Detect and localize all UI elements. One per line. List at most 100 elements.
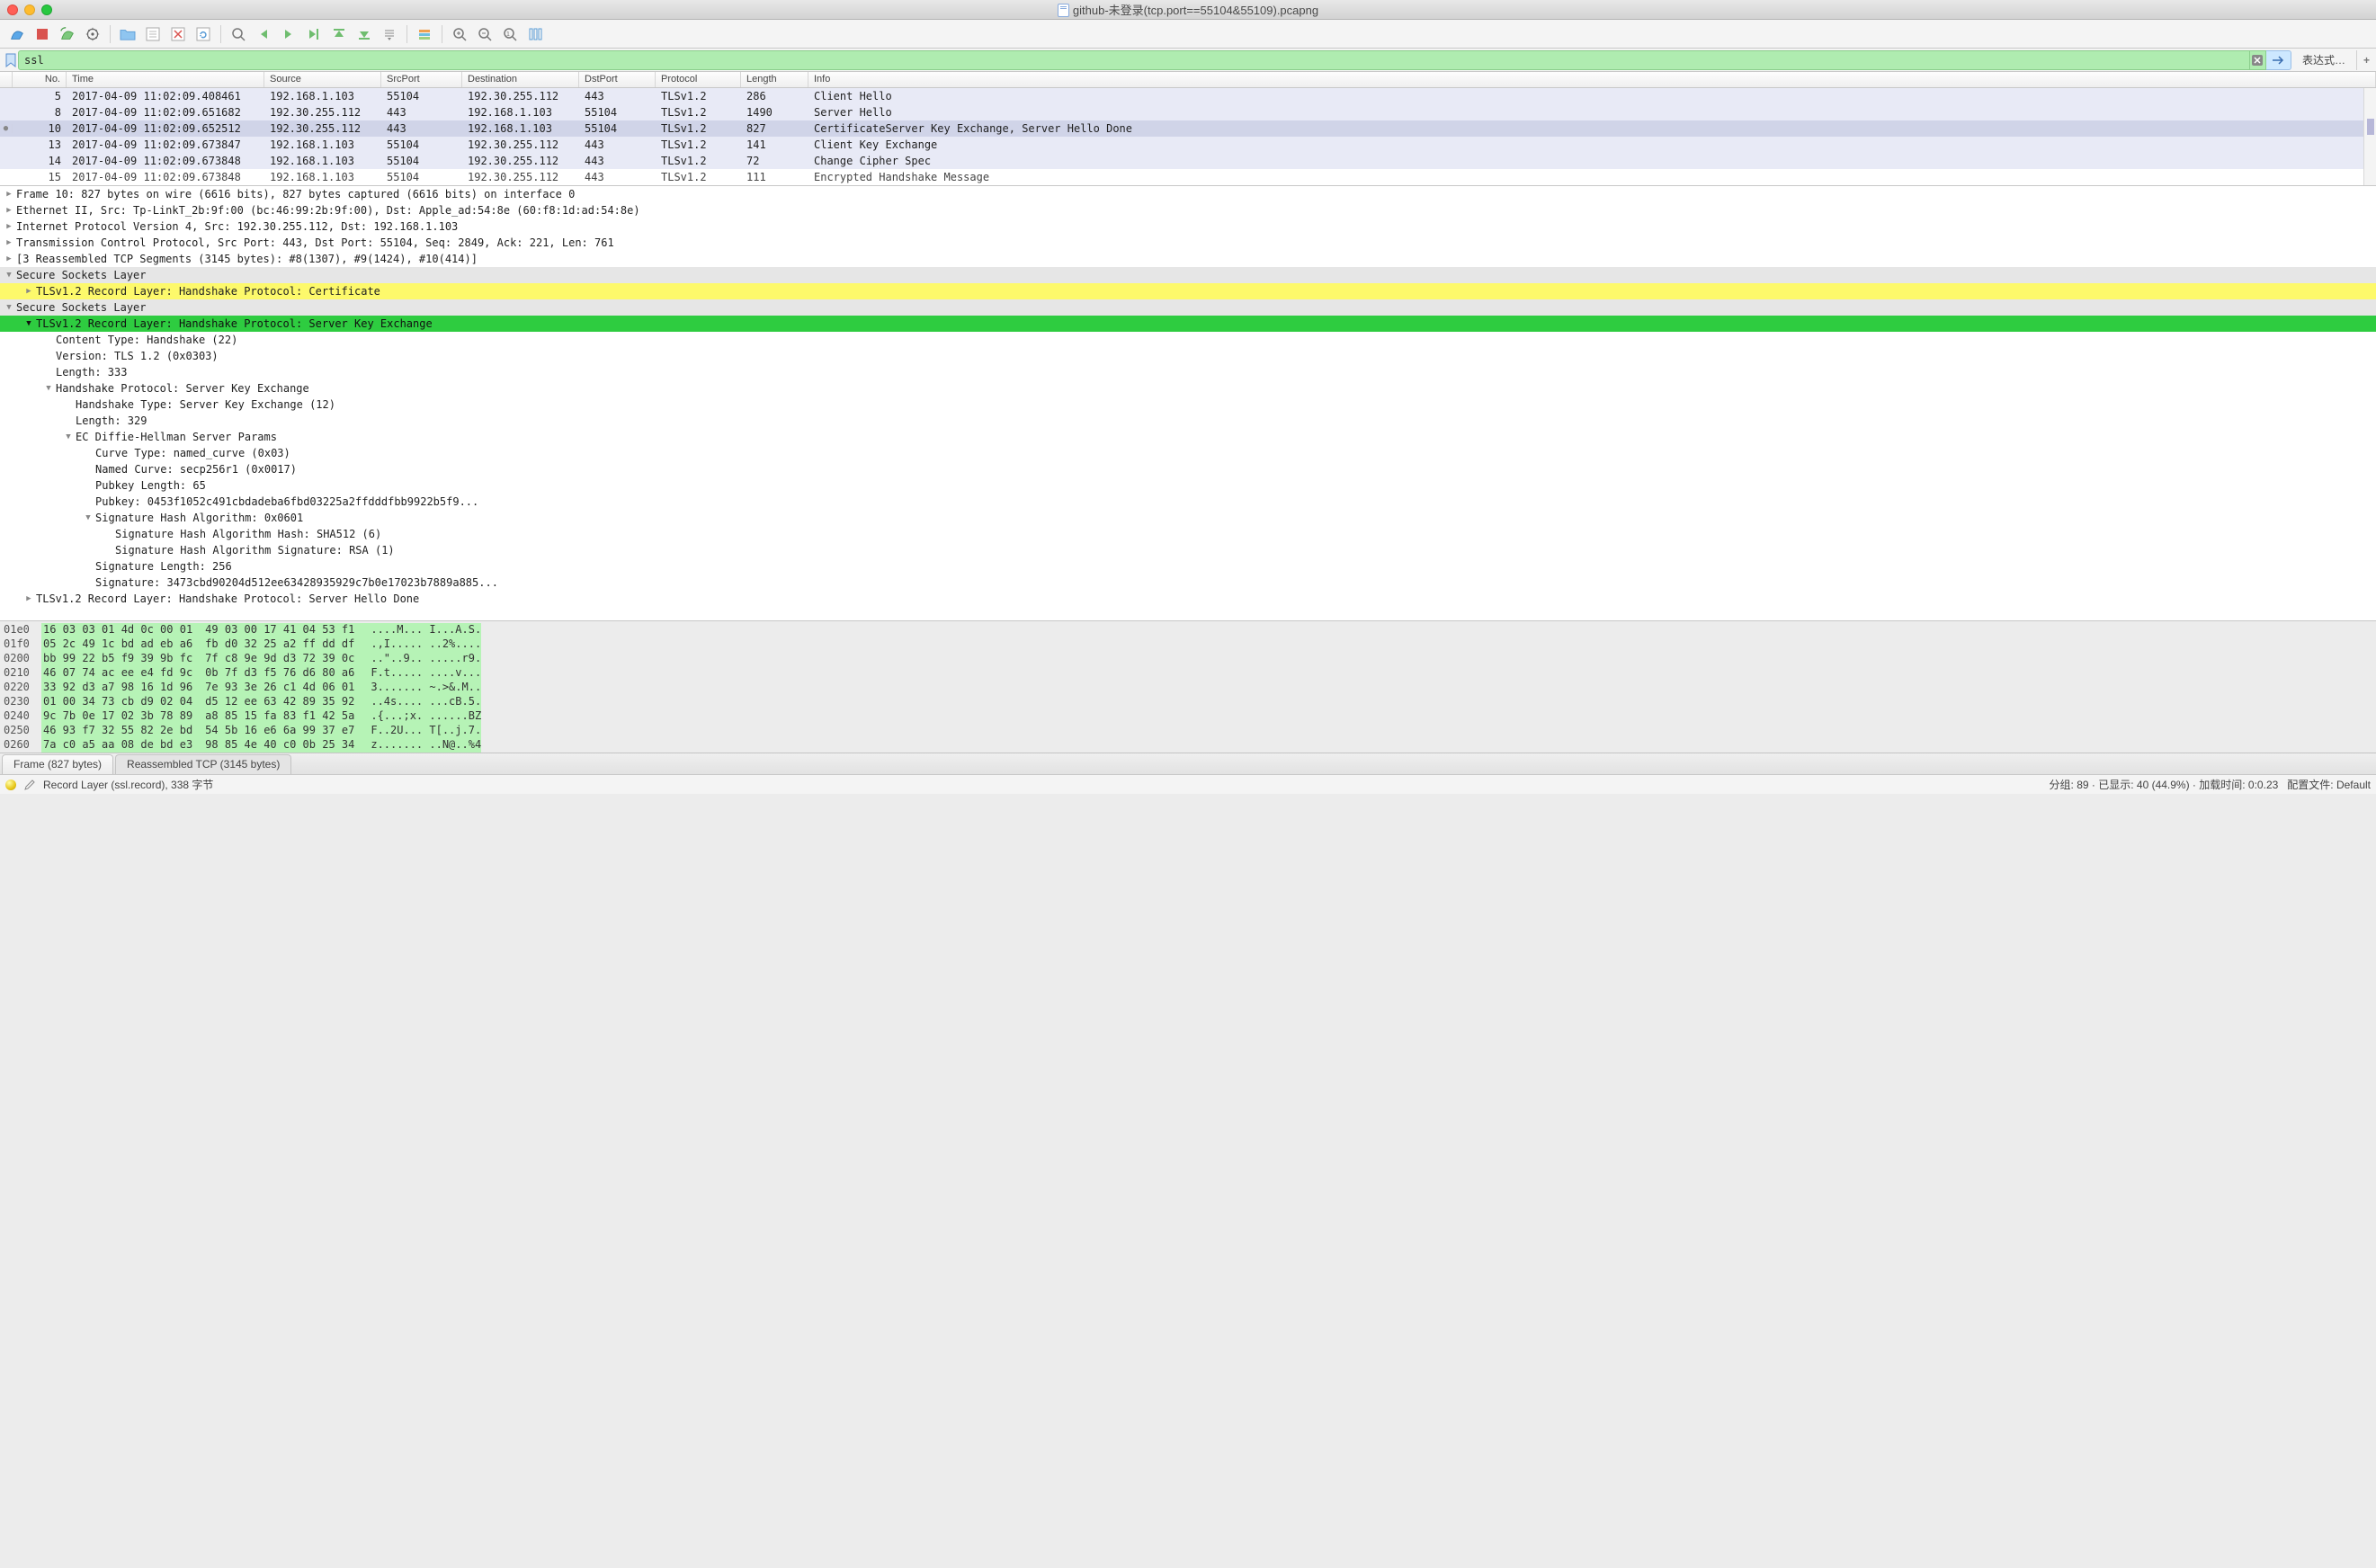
minimize-window-button[interactable] [24,4,35,15]
close-window-button[interactable] [7,4,18,15]
packet-list-scrollbar[interactable] [2363,88,2376,185]
hex-row[interactable]: 025046 93 f7 32 55 82 2e bd54 5b 16 e6 6… [4,724,2372,738]
detail-tree-row[interactable]: Pubkey: 0453f1052c491cbdadeba6fbd03225a2… [0,494,2376,510]
hex-row[interactable]: 023001 00 34 73 cb d9 02 04d5 12 ee 63 4… [4,695,2372,709]
hex-row[interactable]: 021046 07 74 ac ee e4 fd 9c0b 7f d3 f5 7… [4,666,2372,681]
detail-tree-row[interactable]: ▶TLSv1.2 Record Layer: Handshake Protoco… [0,283,2376,299]
edit-capture-comment-icon[interactable] [23,779,36,791]
detail-tree-row[interactable]: ▶Transmission Control Protocol, Src Port… [0,235,2376,251]
detail-tree-row[interactable]: Signature Hash Algorithm Hash: SHA512 (6… [0,526,2376,542]
open-file-button[interactable] [116,22,139,46]
go-to-first-button[interactable] [327,22,351,46]
colorize-button[interactable] [413,22,436,46]
stop-capture-button[interactable] [31,22,54,46]
disclosure-triangle-icon[interactable]: ▼ [4,271,14,280]
detail-tree-row[interactable]: ▼Signature Hash Algorithm: 0x0601 [0,510,2376,526]
reload-file-button[interactable] [192,22,215,46]
hex-offset: 0210 [4,666,41,681]
detail-tree-row[interactable]: Pubkey Length: 65 [0,477,2376,494]
hex-bytes: 33 92 d3 a7 98 16 1d 96 [41,681,203,695]
detail-tree-row[interactable]: ▼Handshake Protocol: Server Key Exchange [0,380,2376,396]
go-to-packet-button[interactable] [302,22,326,46]
detail-tree-row[interactable]: Version: TLS 1.2 (0x0303) [0,348,2376,364]
disclosure-triangle-icon[interactable]: ▼ [23,319,34,328]
detail-tree-row[interactable]: ▼Secure Sockets Layer [0,299,2376,316]
detail-tree-row[interactable]: Length: 329 [0,413,2376,429]
detail-tree-row[interactable]: Named Curve: secp256r1 (0x0017) [0,461,2376,477]
hex-ascii: .{...;x. ......BZ [365,709,481,724]
detail-tree-row[interactable]: ▶Internet Protocol Version 4, Src: 192.3… [0,218,2376,235]
disclosure-triangle-icon[interactable]: ▶ [4,206,14,215]
detail-tree-row[interactable]: ▶[3 Reassembled TCP Segments (3145 bytes… [0,251,2376,267]
detail-tree-row[interactable]: Signature: 3473cbd90204d512ee63428935929… [0,575,2376,591]
detail-tree-row[interactable]: ▼TLSv1.2 Record Layer: Handshake Protoco… [0,316,2376,332]
filter-expression-button[interactable]: 表达式… [2291,52,2356,67]
detail-tree-row[interactable]: ▼Secure Sockets Layer [0,267,2376,283]
packet-list-pane[interactable]: No. Time Source SrcPort Destination DstP… [0,72,2376,185]
apply-filter-button[interactable] [2266,50,2291,70]
packet-row[interactable]: 52017-04-09 11:02:09.408461192.168.1.103… [0,88,2376,104]
auto-scroll-button[interactable] [378,22,401,46]
tab-reassembled-bytes[interactable]: Reassembled TCP (3145 bytes) [115,754,291,774]
packet-row[interactable]: 142017-04-09 11:02:09.673848192.168.1.10… [0,153,2376,169]
disclosure-triangle-icon[interactable]: ▶ [4,238,14,247]
close-file-button[interactable] [166,22,190,46]
disclosure-triangle-icon[interactable]: ▶ [23,594,34,603]
disclosure-triangle-icon[interactable]: ▼ [63,432,74,441]
status-profile[interactable]: 配置文件: Default [2287,777,2371,792]
shark-fin-icon[interactable] [5,22,29,46]
packet-list-header[interactable]: No. Time Source SrcPort Destination DstP… [0,72,2376,88]
add-filter-button[interactable]: + [2356,50,2376,70]
packet-row[interactable]: 82017-04-09 11:02:09.651682192.30.255.11… [0,104,2376,120]
filter-bookmark-icon[interactable] [4,52,18,68]
disclosure-triangle-icon[interactable]: ▼ [4,303,14,312]
detail-text: Pubkey: 0453f1052c491cbdadeba6fbd03225a2… [94,495,478,508]
expert-info-icon[interactable] [5,780,16,790]
disclosure-triangle-icon[interactable]: ▼ [43,384,54,393]
detail-tree-row[interactable]: ▶Ethernet II, Src: Tp-LinkT_2b:9f:00 (bc… [0,202,2376,218]
tab-frame-bytes[interactable]: Frame (827 bytes) [2,754,113,774]
column-length: Length [741,72,808,87]
clear-filter-button[interactable] [2250,50,2266,70]
restart-capture-button[interactable] [56,22,79,46]
hex-row[interactable]: 01f005 2c 49 1c bd ad eb a6fb d0 32 25 a… [4,637,2372,652]
hex-row[interactable]: 02409c 7b 0e 17 02 3b 78 89a8 85 15 fa 8… [4,709,2372,724]
detail-tree-row[interactable]: Content Type: Handshake (22) [0,332,2376,348]
detail-tree-row[interactable]: Signature Hash Algorithm Signature: RSA … [0,542,2376,558]
hex-row[interactable]: 01e016 03 03 01 4d 0c 00 0149 03 00 17 4… [4,623,2372,637]
hex-row[interactable]: 0200bb 99 22 b5 f9 39 9b fc7f c8 9e 9d d… [4,652,2372,666]
hex-ascii: 3....... ~.>&.M.. [365,681,481,695]
go-back-button[interactable] [252,22,275,46]
capture-options-button[interactable] [81,22,104,46]
zoom-out-button[interactable] [473,22,496,46]
packet-row[interactable]: 132017-04-09 11:02:09.673847192.168.1.10… [0,137,2376,153]
detail-tree-row[interactable]: ▶Frame 10: 827 bytes on wire (6616 bits)… [0,186,2376,202]
packet-details-pane[interactable]: ▶Frame 10: 827 bytes on wire (6616 bits)… [0,185,2376,620]
zoom-window-button[interactable] [41,4,52,15]
find-packet-button[interactable] [227,22,250,46]
display-filter-input[interactable] [18,50,2250,70]
detail-tree-row[interactable]: Length: 333 [0,364,2376,380]
disclosure-triangle-icon[interactable]: ▶ [4,254,14,263]
disclosure-triangle-icon[interactable]: ▶ [23,287,34,296]
hex-row[interactable]: 02607a c0 a5 aa 08 de bd e398 85 4e 40 c… [4,738,2372,753]
go-forward-button[interactable] [277,22,300,46]
zoom-reset-button[interactable]: 1 [498,22,522,46]
disclosure-triangle-icon[interactable]: ▶ [4,190,14,199]
resize-columns-button[interactable] [523,22,547,46]
detail-tree-row[interactable]: Handshake Type: Server Key Exchange (12) [0,396,2376,413]
detail-tree-row[interactable]: Curve Type: named_curve (0x03) [0,445,2376,461]
packet-row[interactable]: 152017-04-09 11:02:09.673848192.168.1.10… [0,169,2376,185]
packet-row[interactable]: ●102017-04-09 11:02:09.652512192.30.255.… [0,120,2376,137]
hex-row[interactable]: 022033 92 d3 a7 98 16 1d 967e 93 3e 26 c… [4,681,2372,695]
detail-tree-row[interactable]: ▼EC Diffie-Hellman Server Params [0,429,2376,445]
hex-ascii: ....M... I...A.S. [365,623,481,637]
packet-bytes-pane[interactable]: 01e016 03 03 01 4d 0c 00 0149 03 00 17 4… [0,620,2376,753]
zoom-in-button[interactable] [448,22,471,46]
disclosure-triangle-icon[interactable]: ▶ [4,222,14,231]
go-to-last-button[interactable] [353,22,376,46]
disclosure-triangle-icon[interactable]: ▼ [83,513,94,522]
save-file-button[interactable] [141,22,165,46]
detail-tree-row[interactable]: ▶TLSv1.2 Record Layer: Handshake Protoco… [0,591,2376,607]
detail-tree-row[interactable]: Signature Length: 256 [0,558,2376,575]
